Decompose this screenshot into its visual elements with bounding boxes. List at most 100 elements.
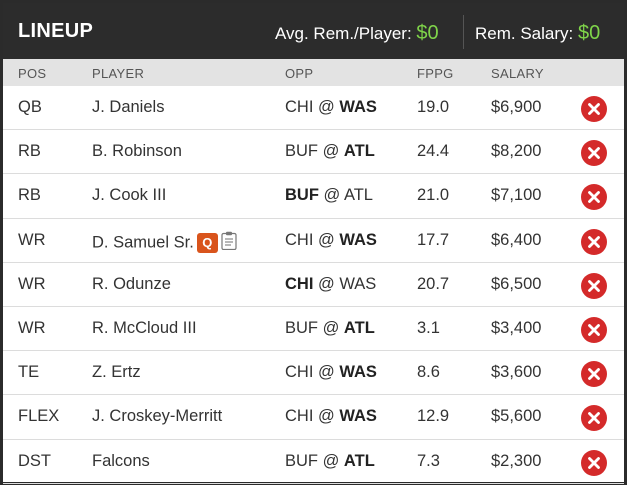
remove-player-button[interactable]	[581, 316, 607, 343]
player-salary: $5,600	[491, 407, 542, 426]
player-cell: D. Samuel Sr. Q	[92, 231, 237, 255]
remove-player-button[interactable]	[581, 272, 607, 299]
player-cell: Falcons	[92, 452, 150, 471]
player-name[interactable]: J. Cook III	[92, 186, 166, 204]
lineup-header: LINEUP Avg. Rem./Player: $0 Rem. Salary:…	[3, 3, 624, 59]
player-salary: $2,300	[491, 451, 542, 470]
player-salary: $8,200	[491, 142, 542, 161]
column-header-opp[interactable]: OPP	[285, 66, 313, 81]
opponent-matchup: BUF @ ATL	[285, 142, 375, 161]
player-fppg: 17.7	[417, 230, 450, 249]
lineup-panel: LINEUP Avg. Rem./Player: $0 Rem. Salary:…	[0, 0, 627, 485]
remove-x-circle-icon	[588, 324, 600, 336]
lineup-row[interactable]: RB J. Cook III BUF @ ATL 21.0 $7,100	[3, 174, 624, 219]
lineup-row[interactable]: TE Z. Ertz CHI @ WAS 8.6 $3,600	[3, 351, 624, 396]
matchup-home-team: WAS	[339, 407, 377, 426]
player-position: WR	[18, 318, 46, 337]
lineup-row[interactable]: WR R. McCloud III BUF @ ATL 3.1 $3,400	[3, 307, 624, 352]
player-fppg: 8.6	[417, 363, 440, 382]
column-headers: POS PLAYER OPP FPPG SALARY	[3, 59, 624, 86]
player-name[interactable]: R. McCloud III	[92, 319, 197, 337]
matchup-away-team: CHI	[285, 407, 314, 426]
player-position: WR	[18, 230, 46, 249]
matchup-away-team: BUF	[285, 318, 318, 337]
avg-remaining-per-player: Avg. Rem./Player: $0	[275, 22, 439, 45]
player-position: RB	[18, 142, 41, 161]
remove-player-button[interactable]	[581, 361, 607, 388]
matchup-away-team: CHI	[285, 230, 314, 249]
remove-x-circle-icon	[588, 412, 600, 425]
questionable-badge-icon: Q	[196, 232, 218, 253]
remove-player-button[interactable]	[581, 184, 607, 211]
opponent-matchup: CHI @ WAS	[285, 231, 377, 250]
avg-remaining-value: $0	[416, 22, 439, 44]
player-salary: $3,400	[491, 318, 542, 337]
opponent-matchup: CHI @ WAS	[285, 363, 377, 382]
remove-player-button[interactable]	[581, 405, 607, 432]
player-cell: R. McCloud III	[92, 319, 197, 338]
player-cell: J. Daniels	[92, 98, 164, 117]
player-fppg: 21.0	[417, 186, 450, 205]
player-fppg: 19.0	[417, 98, 450, 116]
player-position: FLEX	[18, 407, 60, 426]
matchup-home-team: WAS	[339, 98, 377, 116]
column-header-pos[interactable]: POS	[18, 66, 46, 81]
remove-player-button[interactable]	[581, 228, 607, 255]
remove-x-circle-icon	[588, 235, 600, 248]
matchup-home-team: WAS	[339, 363, 377, 382]
remove-player-button[interactable]	[581, 449, 607, 476]
player-cell: R. Odunze	[92, 275, 171, 294]
matchup-at-separator: @	[313, 230, 340, 249]
player-fppg: 20.7	[417, 274, 450, 293]
player-note-icon[interactable]	[221, 231, 237, 255]
lineup-row[interactable]: DST Falcons BUF @ ATL 7.3 $2,300	[3, 440, 624, 484]
player-position: DST	[18, 451, 51, 470]
matchup-at-separator: @	[313, 98, 340, 116]
remaining-salary-label: Rem. Salary:	[475, 24, 574, 43]
player-name[interactable]: D. Samuel Sr.	[92, 233, 194, 251]
matchup-home-team: ATL	[343, 186, 373, 205]
player-name[interactable]: B. Robinson	[92, 142, 182, 160]
opponent-matchup: CHI @ WAS	[285, 98, 377, 117]
player-cell: J. Croskey-Merritt	[92, 407, 222, 426]
avg-remaining-label: Avg. Rem./Player:	[275, 24, 412, 43]
column-header-salary[interactable]: SALARY	[491, 66, 544, 81]
matchup-away-team: CHI	[285, 363, 314, 382]
player-name[interactable]: J. Daniels	[92, 98, 164, 116]
matchup-at-separator: @	[318, 142, 344, 161]
player-cell: Z. Ertz	[92, 363, 141, 382]
player-name[interactable]: Falcons	[92, 452, 150, 470]
remove-x-circle-icon	[588, 191, 600, 204]
lineup-row[interactable]: QB J. Daniels CHI @ WAS 19.0 $6,900	[3, 86, 624, 131]
column-header-player[interactable]: PLAYER	[92, 66, 144, 81]
player-fppg: 3.1	[417, 318, 440, 337]
opponent-matchup: BUF @ ATL	[285, 319, 375, 338]
lineup-row[interactable]: FLEX J. Croskey-Merritt CHI @ WAS 12.9 $5,60…	[3, 395, 624, 440]
matchup-at-separator: @	[313, 274, 340, 293]
player-position: WR	[18, 274, 46, 293]
player-salary: $6,900	[491, 98, 542, 116]
lineup-row[interactable]: RB B. Robinson BUF @ ATL 24.4 $8,200	[3, 130, 624, 175]
player-position: RB	[18, 186, 41, 205]
matchup-at-separator: @	[318, 186, 344, 205]
remove-player-button[interactable]	[581, 140, 607, 167]
matchup-away-team: BUF	[285, 186, 319, 205]
player-name[interactable]: J. Croskey-Merritt	[92, 407, 222, 425]
opponent-matchup: BUF @ ATL	[285, 186, 373, 205]
lineup-row[interactable]: WR R. Odunze CHI @ WAS 20.7 $6,500	[3, 263, 624, 307]
player-salary: $6,500	[491, 274, 542, 293]
player-position: TE	[18, 363, 40, 382]
matchup-away-team: CHI	[285, 98, 314, 116]
player-name[interactable]: Z. Ertz	[92, 363, 141, 381]
player-fppg: 24.4	[417, 142, 450, 161]
matchup-away-team: BUF	[285, 451, 318, 470]
remove-x-circle-icon	[588, 147, 600, 160]
player-name[interactable]: R. Odunze	[92, 275, 171, 293]
matchup-home-team: ATL	[343, 318, 375, 337]
column-header-fppg[interactable]: FPPG	[417, 66, 454, 81]
lineup-row[interactable]: WR D. Samuel Sr. Q CHI @ WAS 17.7 $6,400	[3, 219, 624, 263]
matchup-home-team: ATL	[343, 451, 375, 470]
player-cell: J. Cook III	[92, 186, 166, 205]
matchup-at-separator: @	[313, 407, 340, 426]
remove-player-button[interactable]	[581, 96, 607, 122]
